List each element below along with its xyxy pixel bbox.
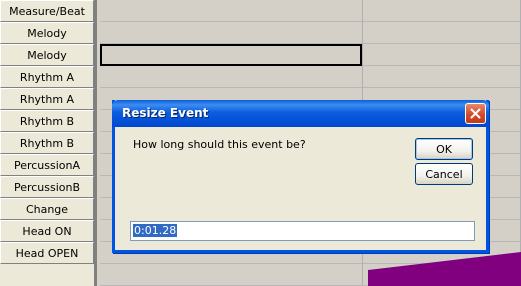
resize-event-dialog: Resize Event How long should this event …	[112, 100, 489, 253]
track-label-change[interactable]: Change	[0, 198, 94, 220]
track-label-head-on[interactable]: Head ON	[0, 220, 94, 242]
track-label-percussion-b[interactable]: PercussionB	[0, 176, 94, 198]
track-label-rhythm-b-2[interactable]: Rhythm B	[0, 132, 94, 154]
duration-input[interactable]: 0:01.28	[130, 221, 475, 241]
ok-button[interactable]: OK	[415, 138, 473, 160]
track-label-rhythm-a-1[interactable]: Rhythm A	[0, 66, 94, 88]
dialog-prompt: How long should this event be?	[133, 138, 306, 151]
track-label-melody-1[interactable]: Melody	[0, 22, 94, 44]
close-button[interactable]	[465, 103, 486, 124]
track-label-percussion-a[interactable]: PercussionA	[0, 154, 94, 176]
grid-row[interactable]	[100, 66, 521, 88]
selected-event-cell[interactable]	[100, 44, 362, 66]
track-label-rhythm-b-1[interactable]: Rhythm B	[0, 110, 94, 132]
grid-row[interactable]	[100, 0, 521, 22]
duration-value: 0:01.28	[133, 224, 178, 237]
track-label-column: Measure/Beat Melody Melody Rhythm A Rhyt…	[0, 0, 96, 286]
track-label-head-open[interactable]: Head OPEN	[0, 242, 94, 264]
cancel-button[interactable]: Cancel	[415, 163, 473, 185]
dialog-title: Resize Event	[122, 106, 209, 120]
label-column-divider	[94, 0, 97, 286]
grid-row[interactable]	[100, 22, 521, 44]
track-label-rhythm-a-2[interactable]: Rhythm A	[0, 88, 94, 110]
dialog-title-bar[interactable]: Resize Event	[112, 100, 489, 127]
grid-row[interactable]	[100, 264, 521, 286]
track-label-melody-2[interactable]: Melody	[0, 44, 94, 66]
close-icon	[470, 108, 481, 119]
track-label-measure-beat[interactable]: Measure/Beat	[0, 0, 94, 22]
